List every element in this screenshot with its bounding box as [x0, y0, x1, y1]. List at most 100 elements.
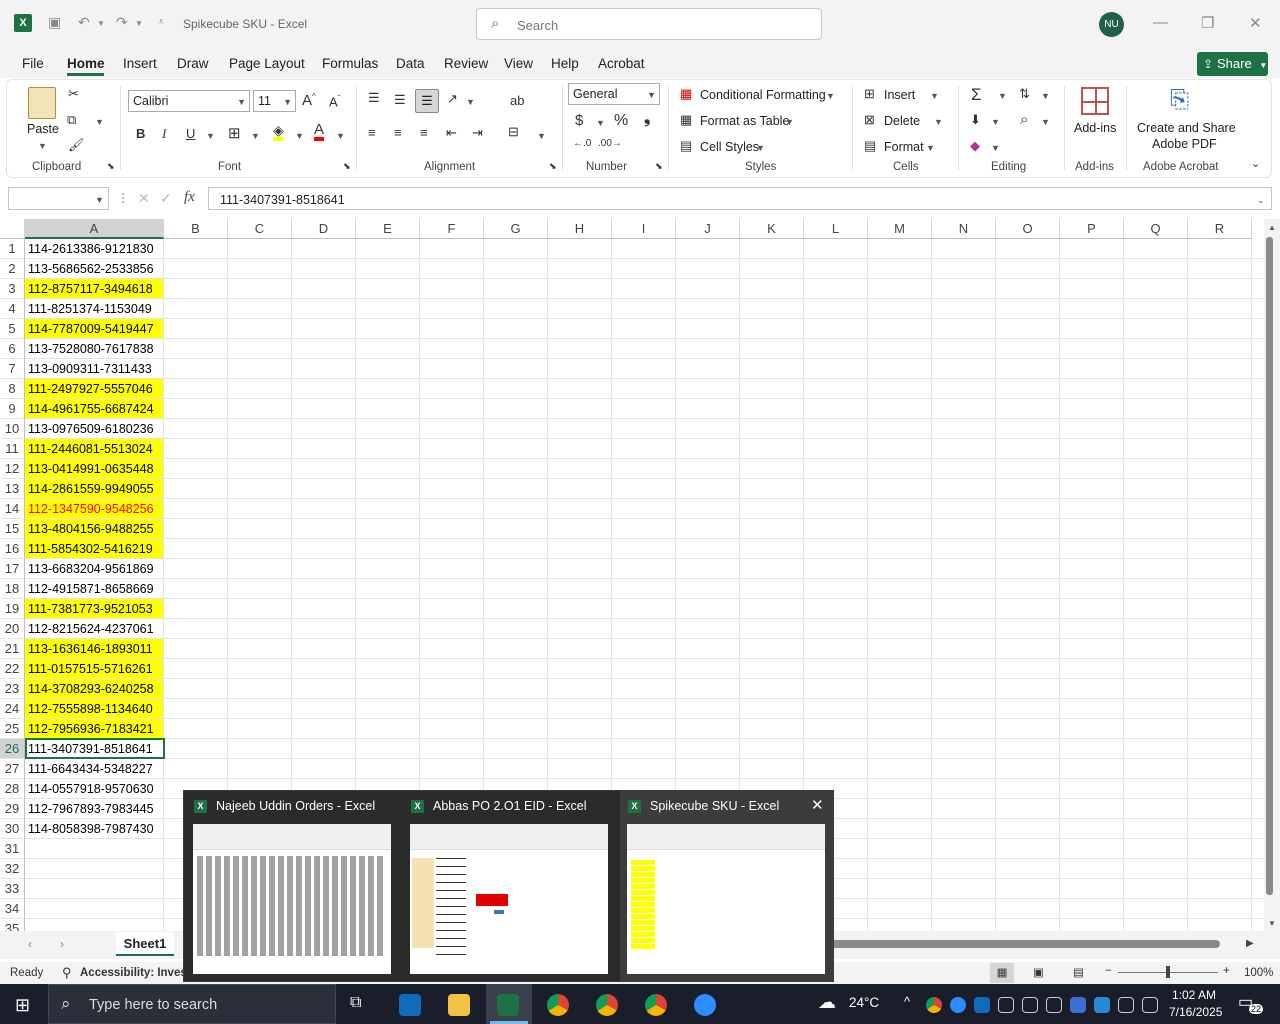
- row-header[interactable]: 11: [0, 439, 25, 459]
- tab-data[interactable]: Data: [396, 56, 425, 71]
- add-ins-button[interactable]: Add-ins: [1074, 121, 1116, 135]
- search-input[interactable]: ⌕ Search: [476, 8, 822, 40]
- cell-a27[interactable]: 111-6643434-5348227: [25, 759, 164, 779]
- decrease-font-icon[interactable]: Aˇ: [329, 94, 340, 109]
- column-header-a[interactable]: A: [25, 219, 164, 239]
- preview-title[interactable]: Najeeb Uddin Orders - Excel: [216, 799, 375, 813]
- cell-a28[interactable]: 114-0557918-9570630: [25, 779, 164, 799]
- cell-a8[interactable]: 111-2497927-5557046: [25, 379, 164, 399]
- autosum-icon[interactable]: Σ: [971, 85, 982, 105]
- zoom-tray-icon[interactable]: [950, 997, 966, 1013]
- number-format-combo[interactable]: General ▼: [568, 83, 660, 105]
- page-layout-view-icon[interactable]: ▣: [1033, 965, 1044, 979]
- tab-formulas[interactable]: Formulas: [322, 56, 378, 71]
- row-header[interactable]: 5: [0, 319, 25, 339]
- decrease-decimal-icon[interactable]: .00→: [598, 138, 622, 149]
- column-header-p[interactable]: P: [1060, 219, 1124, 239]
- undo-dropdown-icon[interactable]: ▼: [97, 19, 105, 28]
- cell-a35[interactable]: [25, 919, 164, 931]
- row-header[interactable]: 21: [0, 639, 25, 659]
- cancel-entry-icon[interactable]: ✕: [138, 190, 150, 207]
- font-name-combo[interactable]: Calibri ▼: [128, 90, 250, 112]
- tray-icon[interactable]: [1046, 997, 1062, 1013]
- row-header[interactable]: 20: [0, 619, 25, 639]
- row-header[interactable]: 17: [0, 559, 25, 579]
- bold-button[interactable]: B: [136, 126, 145, 141]
- comma-style-icon[interactable]: ❟: [644, 110, 650, 128]
- align-left-icon[interactable]: ≡: [368, 125, 376, 140]
- tab-file[interactable]: File: [22, 56, 44, 71]
- zoom-level[interactable]: 100%: [1244, 967, 1273, 979]
- format-painter-icon[interactable]: 🖌: [68, 137, 85, 153]
- tab-page-layout[interactable]: Page Layout: [229, 56, 305, 71]
- scroll-up-icon[interactable]: ▲: [1268, 223, 1276, 232]
- row-header[interactable]: 22: [0, 659, 25, 679]
- cell-a14[interactable]: 112-1347590-9548256: [25, 499, 164, 519]
- conditional-formatting-dropdown-icon[interactable]: ▼: [826, 91, 835, 101]
- zoom-icon[interactable]: [694, 994, 716, 1016]
- avatar[interactable]: NU: [1099, 12, 1124, 37]
- row-header[interactable]: 28: [0, 779, 25, 799]
- cell-a9[interactable]: 114-4961755-6687424: [25, 399, 164, 419]
- insert-cells-button[interactable]: Insert: [884, 88, 915, 102]
- row-header[interactable]: 19: [0, 599, 25, 619]
- paste-dropdown-icon[interactable]: ▼: [38, 141, 47, 151]
- autosave-icon[interactable]: ▣: [48, 14, 61, 31]
- conditional-formatting-icon[interactable]: ▦: [680, 86, 692, 102]
- fill-icon[interactable]: ⬇: [970, 112, 981, 128]
- percent-button[interactable]: %: [614, 112, 628, 130]
- row-header[interactable]: 29: [0, 799, 25, 819]
- tray-icon[interactable]: [1070, 997, 1086, 1013]
- column-header-l[interactable]: L: [804, 219, 868, 239]
- taskbar-search[interactable]: ⌕ Type here to search: [48, 984, 336, 1024]
- chrome-tray-icon[interactable]: [926, 997, 942, 1013]
- excel-icon[interactable]: [497, 994, 519, 1016]
- volume-icon[interactable]: [1142, 997, 1158, 1013]
- row-header[interactable]: 8: [0, 379, 25, 399]
- chrome-icon[interactable]: [645, 994, 667, 1016]
- increase-decimal-icon[interactable]: ←.0: [573, 138, 591, 149]
- align-bottom-button[interactable]: ☰: [415, 89, 439, 113]
- row-header[interactable]: 30: [0, 819, 25, 839]
- accessibility-icon[interactable]: ⚲: [62, 965, 72, 981]
- merge-dropdown-icon[interactable]: ▼: [537, 131, 546, 141]
- row-header[interactable]: 32: [0, 859, 25, 879]
- delete-cells-dropdown-icon[interactable]: ▼: [934, 117, 943, 127]
- tab-draw[interactable]: Draw: [177, 56, 209, 71]
- row-header[interactable]: 33: [0, 879, 25, 899]
- cell-a5[interactable]: 114-7787009-5419447: [25, 319, 164, 339]
- delete-cells-button[interactable]: Delete: [884, 114, 920, 128]
- preview-title[interactable]: Spikecube SKU - Excel: [650, 799, 779, 813]
- horizontal-scroll-thumb[interactable]: [828, 940, 1220, 948]
- format-as-table-button[interactable]: Format as Table: [700, 114, 789, 128]
- more-options-icon[interactable]: ⋮: [117, 191, 129, 205]
- wrap-text-icon[interactable]: ab: [510, 93, 524, 108]
- cell-a22[interactable]: 111-0157515-5716261: [25, 659, 164, 679]
- row-header[interactable]: 1: [0, 239, 25, 259]
- align-right-icon[interactable]: ≡: [420, 125, 428, 140]
- cell-a4[interactable]: 111-8251374-1153049: [25, 299, 164, 319]
- normal-view-icon[interactable]: ▦: [990, 963, 1014, 983]
- paste-icon[interactable]: [28, 87, 56, 119]
- row-header[interactable]: 9: [0, 399, 25, 419]
- find-select-icon[interactable]: ⌕: [1020, 111, 1028, 128]
- increase-indent-icon[interactable]: ⇥: [472, 125, 483, 141]
- paste-button[interactable]: Paste: [27, 122, 59, 136]
- name-box[interactable]: ▼: [8, 187, 109, 210]
- format-cells-dropdown-icon[interactable]: ▼: [926, 143, 935, 153]
- scroll-down-icon[interactable]: ▼: [1268, 919, 1276, 928]
- align-center-icon[interactable]: ≡: [394, 125, 402, 140]
- column-header-q[interactable]: Q: [1124, 219, 1188, 239]
- preview-thumbnail[interactable]: [627, 824, 825, 974]
- insert-cells-icon[interactable]: ⊞: [864, 86, 875, 102]
- row-header[interactable]: 4: [0, 299, 25, 319]
- preview-title[interactable]: Abbas PO 2.O1 EID - Excel: [433, 799, 587, 813]
- select-all-corner[interactable]: [0, 219, 25, 239]
- outlook-tray-icon[interactable]: [974, 997, 990, 1013]
- tray-icon[interactable]: [998, 997, 1014, 1013]
- cell-a21[interactable]: 113-1636146-1893011: [25, 639, 164, 659]
- cell-styles-icon[interactable]: ▤: [680, 138, 692, 154]
- cell-a32[interactable]: [25, 859, 164, 879]
- zoom-in-icon[interactable]: +: [1223, 965, 1230, 977]
- cell-a12[interactable]: 113-0414991-0635448: [25, 459, 164, 479]
